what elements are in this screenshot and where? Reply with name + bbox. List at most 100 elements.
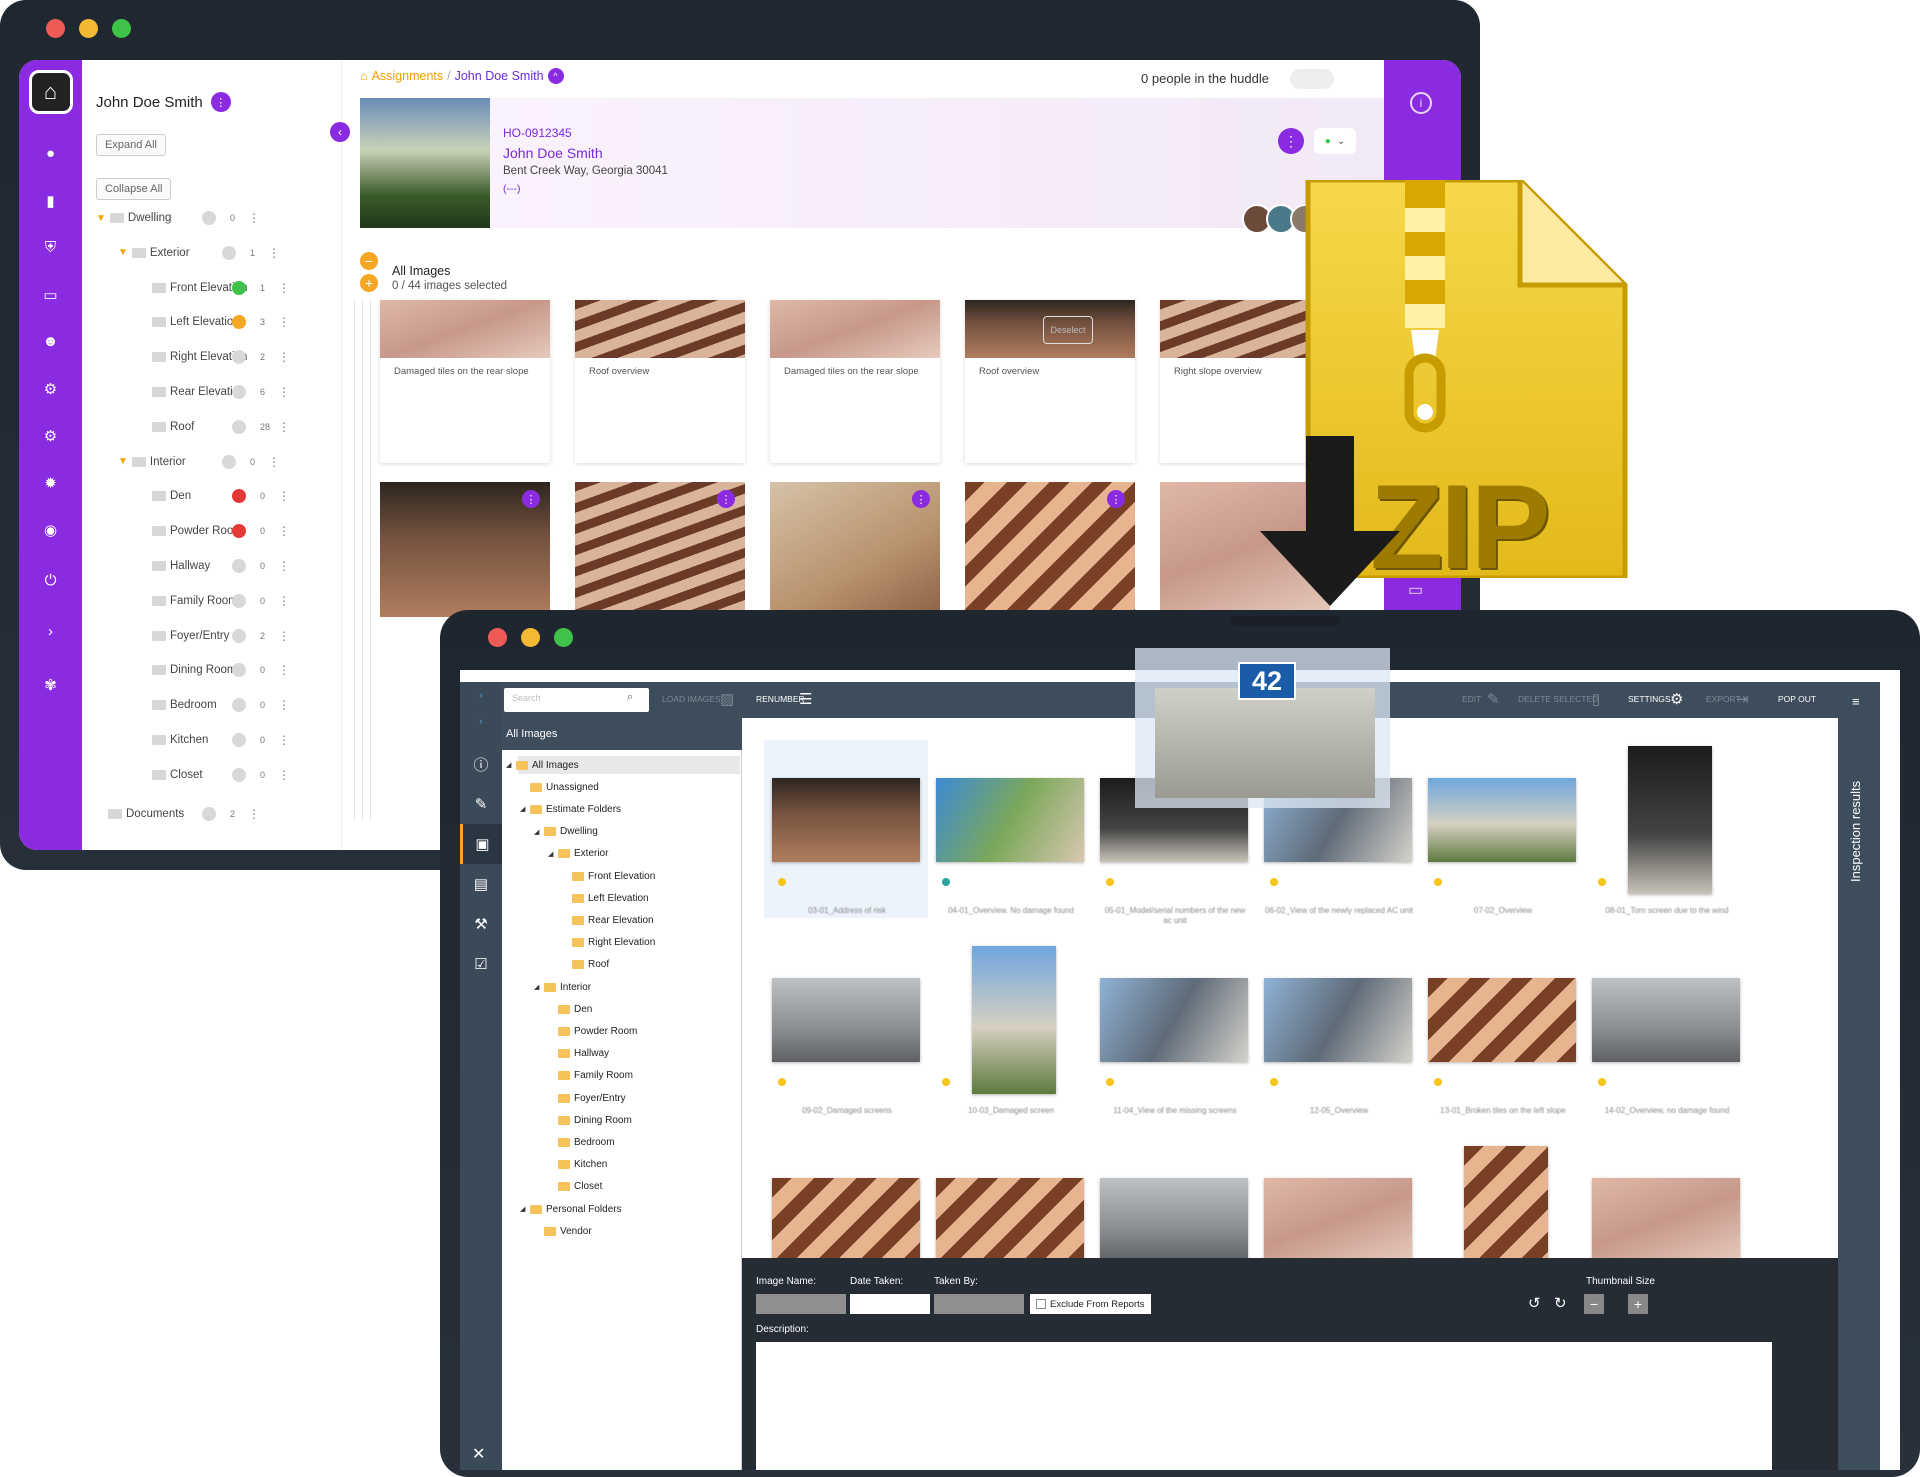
- image-thumbnail[interactable]: [1428, 978, 1576, 1062]
- row-kebab-icon[interactable]: ⋮: [278, 524, 290, 538]
- image-thumbnail[interactable]: [772, 778, 920, 862]
- tree-row[interactable]: Bedroom: [152, 695, 217, 715]
- row-kebab-icon[interactable]: ⋮: [278, 350, 290, 364]
- caret-down-icon[interactable]: ▼: [118, 456, 128, 467]
- close-window-button[interactable]: [46, 19, 65, 38]
- tree-row[interactable]: Vendor: [534, 1223, 592, 1239]
- chevron-right-icon[interactable]: ›: [19, 608, 82, 655]
- gear-alt-icon[interactable]: ✹: [19, 459, 82, 506]
- minimize-window-button[interactable]: [521, 628, 540, 647]
- tree-row[interactable]: Front Elevation: [562, 868, 655, 884]
- image-card[interactable]: ⋮: [770, 482, 940, 617]
- user-menu-kebab-icon[interactable]: ⋮: [210, 92, 231, 112]
- caret-down-icon[interactable]: ▼: [118, 247, 128, 258]
- row-kebab-icon[interactable]: ⋮: [278, 733, 290, 747]
- plus-circle-icon[interactable]: +: [360, 274, 378, 292]
- deselect-button[interactable]: Deselect: [1043, 316, 1093, 344]
- image-thumbnail[interactable]: [936, 778, 1084, 862]
- image-thumbnail[interactable]: [770, 300, 940, 358]
- image-card[interactable]: Damaged tiles on the rear slope: [770, 300, 940, 463]
- user-icon[interactable]: ●: [19, 130, 82, 177]
- checkbox-box[interactable]: [1036, 1299, 1046, 1309]
- image-upload-icon[interactable]: ▨: [720, 690, 734, 708]
- home-logo-icon[interactable]: ⌂: [28, 70, 73, 114]
- image-thumbnail[interactable]: [1264, 1178, 1412, 1262]
- expand-triangle-icon[interactable]: ◢: [520, 1205, 530, 1213]
- tree-row[interactable]: ▼ Interior: [118, 452, 186, 472]
- close-window-button[interactable]: [488, 628, 507, 647]
- tree-row[interactable]: Hallway: [152, 556, 210, 576]
- exclude-from-reports-checkbox[interactable]: Exclude From Reports: [1030, 1294, 1151, 1314]
- tree-row[interactable]: Closet: [152, 765, 203, 785]
- settings-button[interactable]: SETTINGS: [1628, 694, 1671, 704]
- row-kebab-icon[interactable]: ⋮: [278, 629, 290, 643]
- info-icon[interactable]: ⓘ: [460, 744, 502, 784]
- expand-triangle-icon[interactable]: ◢: [534, 828, 544, 836]
- tree-row[interactable]: Roof: [562, 957, 609, 973]
- row-kebab-icon[interactable]: ⋮: [248, 211, 260, 225]
- increase-thumbnail-button[interactable]: +: [1628, 1294, 1648, 1314]
- tree-row[interactable]: Left Elevation: [152, 312, 240, 332]
- image-thumbnail[interactable]: [575, 300, 745, 358]
- delete-selected-button[interactable]: DELETE SELECTED: [1518, 694, 1598, 704]
- rotate-left-icon[interactable]: ↺: [1528, 1294, 1541, 1312]
- tree-row[interactable]: Kitchen: [548, 1157, 607, 1173]
- row-kebab-icon[interactable]: ⋮: [278, 315, 290, 329]
- pencil-icon[interactable]: ✎: [1487, 690, 1500, 708]
- image-thumbnail[interactable]: [1428, 778, 1576, 862]
- image-card[interactable]: Damaged tiles on the rear slope: [380, 300, 550, 463]
- row-kebab-icon[interactable]: ⋮: [278, 281, 290, 295]
- image-thumbnail[interactable]: [1592, 1178, 1740, 1262]
- tree-row[interactable]: Powder Room: [152, 521, 243, 541]
- lock-settings-icon[interactable]: ⚙: [19, 365, 82, 412]
- breadcrumb-assignments[interactable]: Assignments: [372, 69, 444, 83]
- expand-triangle-icon[interactable]: ◢: [534, 983, 544, 991]
- chat-icon[interactable]: ◉: [19, 506, 82, 553]
- minus-circle-icon[interactable]: −: [360, 252, 378, 270]
- pencil-ruler-icon[interactable]: ✎: [460, 784, 502, 824]
- row-kebab-icon[interactable]: ⋮: [248, 807, 260, 821]
- image-thumbnail[interactable]: [772, 1178, 920, 1262]
- close-icon[interactable]: ✕: [472, 1444, 485, 1464]
- tree-row[interactable]: Rear Elevation: [562, 912, 654, 928]
- date-taken-field[interactable]: [850, 1294, 930, 1314]
- status-select[interactable]: ● ⌄: [1314, 128, 1356, 154]
- gear-icon[interactable]: ⚙: [19, 412, 82, 459]
- tree-row[interactable]: ◢ Interior: [534, 979, 591, 995]
- image-thumbnail[interactable]: [936, 1178, 1084, 1262]
- inspection-results-tab[interactable]: Inspection results: [1848, 781, 1863, 882]
- image-thumbnail[interactable]: [1592, 978, 1740, 1062]
- expand-triangle-icon[interactable]: ◢: [520, 805, 530, 813]
- power-icon[interactable]: ⏻: [19, 553, 82, 608]
- document-icon[interactable]: ▮: [19, 177, 82, 224]
- numbered-list-icon[interactable]: ☰: [799, 690, 812, 708]
- tree-row[interactable]: Dining Room: [152, 660, 236, 680]
- tree-row[interactable]: Hallway: [548, 1046, 609, 1062]
- tree-row[interactable]: Den: [548, 1001, 592, 1017]
- wrench-icon[interactable]: ⚒: [460, 904, 502, 944]
- expand-chevron-icon[interactable]: ›: [460, 708, 502, 734]
- tree-row[interactable]: ◢ Exterior: [548, 846, 608, 862]
- image-thumbnail[interactable]: [1264, 978, 1412, 1062]
- card-kebab-icon[interactable]: ⋮: [912, 490, 930, 508]
- row-kebab-icon[interactable]: ⋮: [278, 559, 290, 573]
- row-kebab-icon[interactable]: ⋮: [268, 455, 280, 469]
- row-kebab-icon[interactable]: ⋮: [278, 663, 290, 677]
- row-kebab-icon[interactable]: ⋮: [278, 385, 290, 399]
- huddle-toggle[interactable]: [1290, 69, 1334, 89]
- image-card[interactable]: Roof overview: [575, 300, 745, 463]
- tree-row[interactable]: Roof: [152, 417, 194, 437]
- gear-icon[interactable]: ⚙: [1670, 690, 1683, 708]
- minimize-window-button[interactable]: [79, 19, 98, 38]
- row-kebab-icon[interactable]: ⋮: [278, 768, 290, 782]
- taken-by-field[interactable]: [934, 1294, 1024, 1314]
- expand-triangle-icon[interactable]: ◢: [506, 761, 516, 769]
- image-thumbnail[interactable]: [1100, 1178, 1248, 1262]
- caret-down-icon[interactable]: ▼: [96, 213, 106, 224]
- tree-row[interactable]: Foyer/Entry: [152, 626, 229, 646]
- row-kebab-icon[interactable]: ⋮: [278, 594, 290, 608]
- tree-row[interactable]: ◢ Estimate Folders: [520, 801, 621, 817]
- tree-row[interactable]: Bedroom: [548, 1134, 615, 1150]
- expand-triangle-icon[interactable]: ◢: [548, 850, 558, 858]
- maximize-window-button[interactable]: [112, 19, 131, 38]
